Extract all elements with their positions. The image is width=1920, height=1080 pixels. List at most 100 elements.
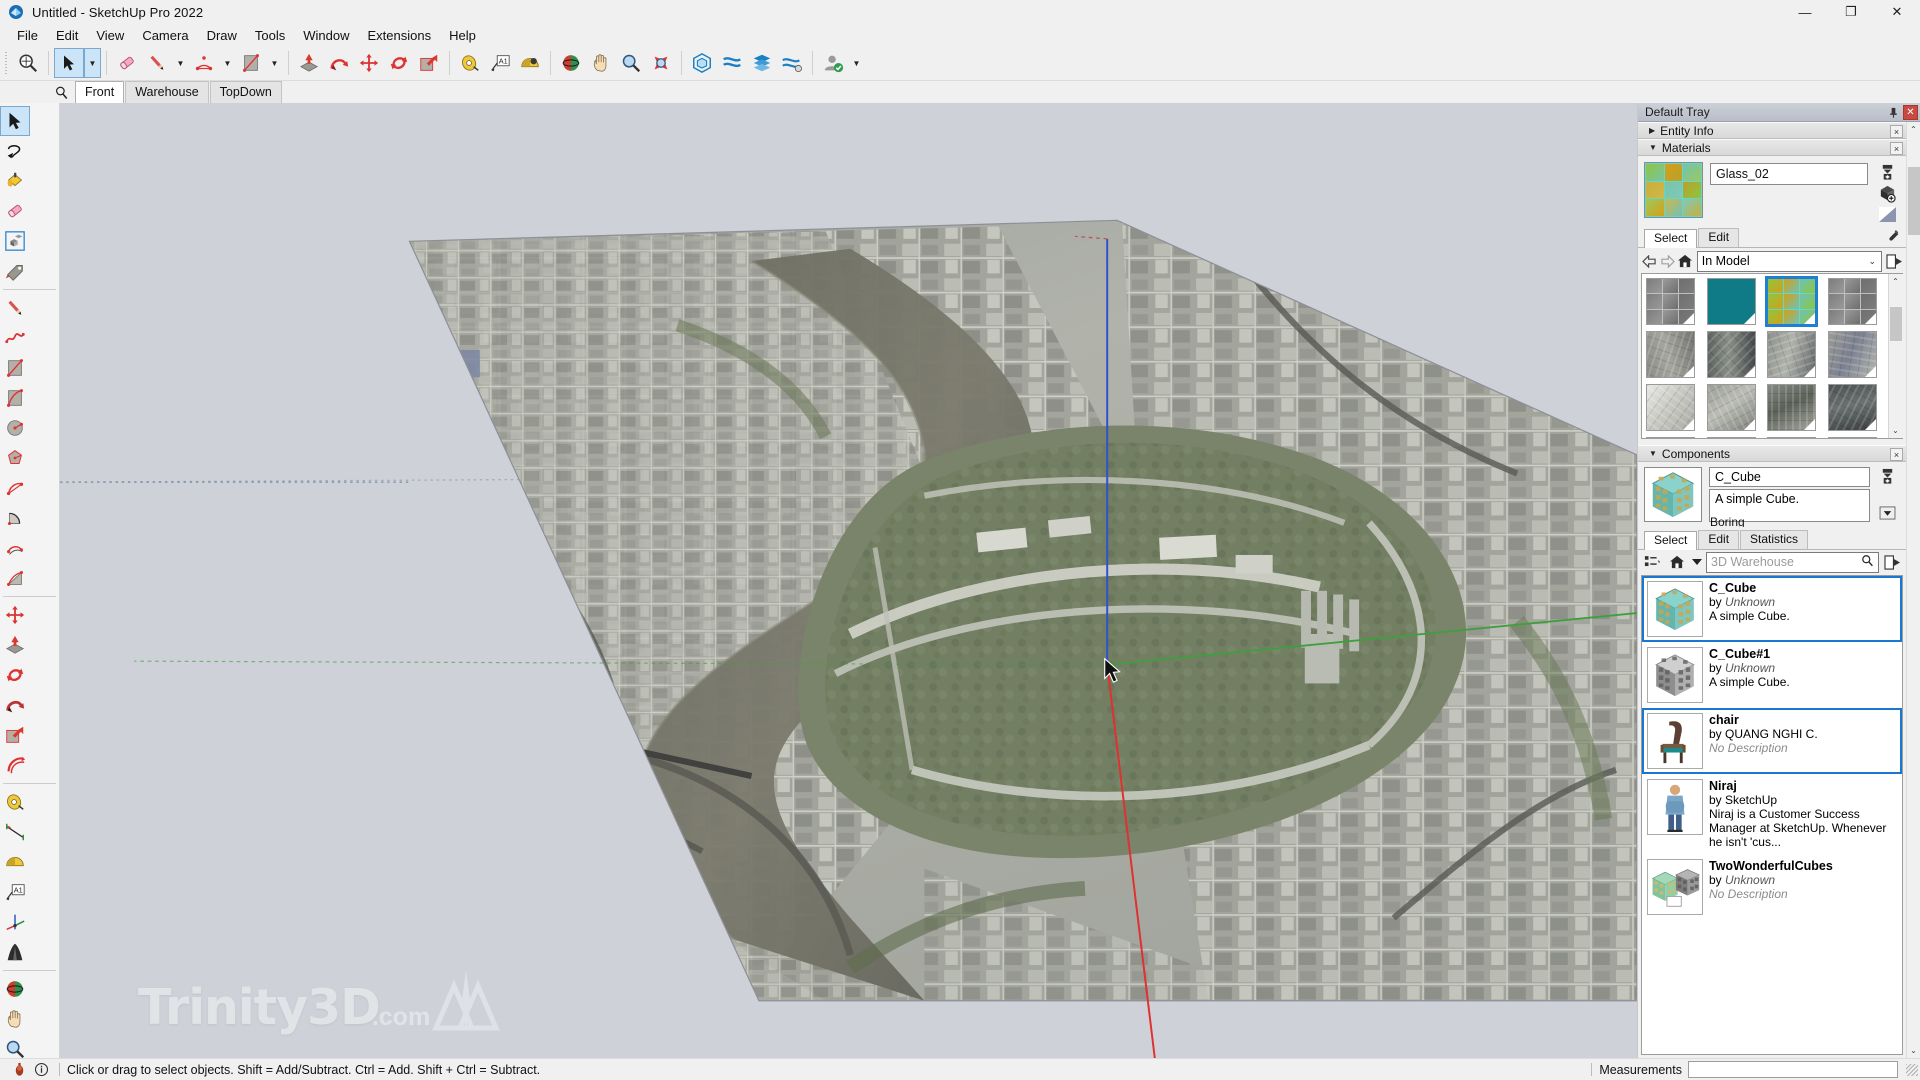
menu-extensions[interactable]: Extensions xyxy=(359,25,441,46)
scroll-thumb[interactable] xyxy=(1908,167,1920,235)
material-swatch-aerial-tile-12[interactable] xyxy=(1828,384,1877,431)
close-button[interactable]: ✕ xyxy=(1874,0,1920,24)
material-swatch-glass-teal[interactable] xyxy=(1707,278,1756,325)
component-browser-list[interactable]: C_Cubeby UnknownA simple Cube.C_Cube#1by… xyxy=(1641,575,1903,1055)
extension-warehouse-icon[interactable] xyxy=(717,48,747,78)
pie-icon[interactable] xyxy=(0,503,30,533)
component-list-item[interactable]: Nirajby SketchUpNiraj is a Customer Succ… xyxy=(1642,774,1902,854)
text-tool-icon[interactable]: A1 xyxy=(0,877,30,907)
push-pull-icon[interactable] xyxy=(294,48,324,78)
material-swatch-aerial-tile-10[interactable] xyxy=(1707,384,1756,431)
arrow-right-icon[interactable] xyxy=(1659,251,1674,271)
tray-close-icon[interactable]: ✕ xyxy=(1903,105,1918,120)
material-swatch-scrollbar[interactable]: ⌃ ⌄ xyxy=(1888,274,1902,438)
scroll-down-icon[interactable]: ⌄ xyxy=(1889,423,1903,438)
minimize-button[interactable]: — xyxy=(1782,0,1828,24)
polygon-icon[interactable] xyxy=(0,443,30,473)
3d-warehouse-icon[interactable] xyxy=(687,48,717,78)
zoom-extents-fit-icon[interactable] xyxy=(646,48,676,78)
material-swatch-aerial-tile-01[interactable] xyxy=(1646,278,1695,325)
scroll-track[interactable] xyxy=(1907,137,1920,1043)
component-list-item[interactable]: C_Cubeby UnknownA simple Cube. xyxy=(1642,576,1902,642)
select-dropdown-arrow-icon[interactable]: ▼ xyxy=(84,48,101,78)
move-icon[interactable] xyxy=(354,48,384,78)
create-material-icon[interactable] xyxy=(1875,163,1899,181)
zoom-extents-icon[interactable] xyxy=(13,48,43,78)
select-arrow-icon[interactable] xyxy=(54,48,84,78)
material-swatch-aerial-tile-09[interactable] xyxy=(1646,384,1695,431)
user-account-icon[interactable] xyxy=(818,48,848,78)
scene-tab-warehouse[interactable]: Warehouse xyxy=(125,81,208,103)
component-preview-thumb[interactable] xyxy=(1644,467,1702,522)
material-preview-swatch[interactable] xyxy=(1644,162,1703,218)
component-options-icon[interactable] xyxy=(1876,467,1900,485)
menu-file[interactable]: File xyxy=(8,25,47,46)
entity-info-close-icon[interactable]: × xyxy=(1890,125,1903,138)
material-swatch-aerial-tile-15[interactable] xyxy=(1767,437,1816,438)
arc-icon[interactable] xyxy=(0,563,30,593)
tape-measure-icon[interactable] xyxy=(455,48,485,78)
menu-help[interactable]: Help xyxy=(440,25,485,46)
info-icon[interactable] xyxy=(30,1061,52,1079)
rotate-icon[interactable] xyxy=(384,48,414,78)
details-arrow-icon[interactable] xyxy=(1886,251,1903,271)
line-pencil-icon[interactable] xyxy=(142,48,172,78)
push-pull-icon[interactable] xyxy=(0,630,30,660)
rectangle-icon[interactable] xyxy=(0,353,30,383)
rectangle-dropdown-arrow-icon[interactable]: ▼ xyxy=(266,48,283,78)
opacity-swatch-icon[interactable] xyxy=(1875,205,1899,223)
select-arrow-icon[interactable] xyxy=(0,106,30,136)
trimble-connect-icon[interactable] xyxy=(747,48,777,78)
text-tool-icon[interactable]: A1 xyxy=(485,48,515,78)
menu-camera[interactable]: Camera xyxy=(133,25,197,46)
material-swatch-aerial-tile-06[interactable] xyxy=(1707,331,1756,378)
materials-tab-select[interactable]: Select xyxy=(1644,229,1697,248)
material-swatch-aerial-tile-11[interactable] xyxy=(1767,384,1816,431)
pan-hand-icon[interactable] xyxy=(586,48,616,78)
list-view-icon[interactable] xyxy=(1642,552,1664,572)
zoom-icon[interactable] xyxy=(616,48,646,78)
component-name-field[interactable]: C_Cube xyxy=(1709,467,1870,487)
panel-entity-info[interactable]: ▶ Entity Info × xyxy=(1638,122,1906,139)
scale-icon[interactable] xyxy=(0,720,30,750)
scroll-thumb[interactable] xyxy=(1890,307,1902,341)
material-swatch-aerial-tile-07[interactable] xyxy=(1767,331,1816,378)
material-swatch-aerial-tile-04[interactable] xyxy=(1828,278,1877,325)
materials-close-icon[interactable]: × xyxy=(1890,142,1903,155)
sketchup-help-icon[interactable] xyxy=(8,1061,30,1079)
scroll-track[interactable] xyxy=(1889,289,1903,423)
component-list-item[interactable]: chairby QUANG NGHI C.No Description xyxy=(1642,708,1902,774)
scroll-up-icon[interactable]: ⌃ xyxy=(1889,274,1903,289)
select-lasso-icon[interactable] xyxy=(0,136,30,166)
dimension-icon[interactable] xyxy=(0,817,30,847)
pin-icon[interactable] xyxy=(1885,105,1901,121)
search-icon[interactable] xyxy=(51,82,71,102)
eraser-icon[interactable] xyxy=(0,196,30,226)
eraser-icon[interactable] xyxy=(112,48,142,78)
components-tab-statistics[interactable]: Statistics xyxy=(1740,530,1808,549)
line-dropdown-arrow-icon[interactable]: ▼ xyxy=(172,48,189,78)
rotate-icon[interactable] xyxy=(0,660,30,690)
scene-tab-front[interactable]: Front xyxy=(75,81,124,103)
follow-me-icon[interactable] xyxy=(0,690,30,720)
eyedropper-icon[interactable] xyxy=(1882,229,1902,246)
tray-scrollbar[interactable]: ⌃ ⌄ xyxy=(1906,122,1920,1058)
tag-tool-icon[interactable] xyxy=(0,256,30,286)
components-tab-edit[interactable]: Edit xyxy=(1698,530,1739,549)
scene-tab-topdown[interactable]: TopDown xyxy=(210,81,282,103)
pan-hand-icon[interactable] xyxy=(0,1004,30,1034)
arrow-left-icon[interactable] xyxy=(1642,251,1657,271)
menu-edit[interactable]: Edit xyxy=(47,25,87,46)
components-close-icon[interactable]: × xyxy=(1890,448,1903,461)
rotated-rectangle-icon[interactable] xyxy=(0,383,30,413)
chevron-down-icon[interactable] xyxy=(1690,552,1704,572)
material-swatch-Glass_02[interactable] xyxy=(1767,278,1816,325)
scale-icon[interactable] xyxy=(414,48,444,78)
scroll-up-icon[interactable]: ⌃ xyxy=(1907,122,1920,137)
protractor-icon[interactable] xyxy=(515,48,545,78)
set-default-material-icon[interactable] xyxy=(1875,184,1899,202)
model-canvas[interactable] xyxy=(60,103,1637,1058)
line-pencil-icon[interactable] xyxy=(0,293,30,323)
menu-draw[interactable]: Draw xyxy=(198,25,246,46)
warehouse-search-input[interactable]: 3D Warehouse xyxy=(1706,552,1879,573)
